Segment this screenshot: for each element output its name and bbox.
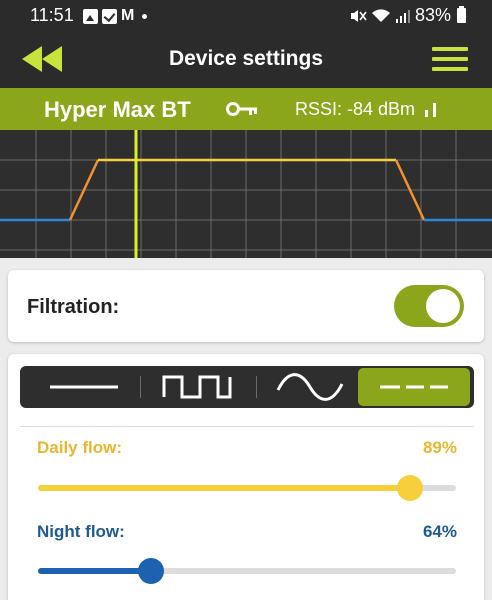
mail-icon: M [121,7,135,24]
night-flow-value: 64% [422,522,457,541]
daily-flow-slider[interactable] [38,475,456,501]
battery-icon [457,6,466,23]
mode-flat-button[interactable] [28,366,140,408]
sine-wave-icon [276,373,344,401]
flat-line-icon [50,385,118,389]
daily-flow-fill [38,485,411,491]
night-flow-slider[interactable] [38,558,456,584]
night-flow-label: Night flow: [37,522,125,541]
notification-icons: M [83,7,148,25]
night-flow-fill [38,568,151,574]
wifi-icon [371,8,390,22]
flow-profile-graph[interactable] [0,130,492,258]
more-notifications-dot [142,13,148,19]
settings-sheet: Filtration: Daily flow: 89% Night flow: … [0,258,492,600]
dashed-line-icon [380,385,448,389]
segment-divider [140,376,141,398]
graph-grid [0,130,492,258]
mode-wave-button[interactable] [256,366,368,408]
daily-flow-label: Daily flow: [37,438,123,457]
image-icon [83,8,98,24]
flow-card: Daily flow: 89% Night flow: 64% [8,354,484,600]
device-name: Hyper Max BT [44,97,191,122]
filtration-toggle[interactable] [394,285,464,327]
toggle-knob [426,289,460,323]
daily-flow-value: 89% [422,438,457,457]
filtration-label: Filtration: [27,296,120,318]
status-time: 11:51 [30,5,74,25]
app-bar: Device settings [0,30,492,88]
filtration-card: Filtration: [8,270,484,342]
night-flow-thumb[interactable] [137,558,164,584]
key-icon[interactable] [225,101,259,117]
check-icon [102,8,117,24]
mode-interval-button[interactable] [358,368,470,406]
signal-bars-icon [425,103,436,117]
mute-icon [350,9,367,22]
mode-selector [20,366,474,408]
square-wave-icon [162,375,232,399]
status-right: 83% [349,5,466,26]
hamburger-menu-icon [432,47,468,51]
rssi-readout: RSSI: -84 dBm [295,99,416,119]
daily-flow-thumb[interactable] [397,475,424,501]
divider [20,426,474,427]
battery-percent: 83% [414,5,451,25]
mode-pulse-button[interactable] [142,366,254,408]
status-bar: 11:51 M 83% [0,0,492,30]
cell-signal-icon [395,9,410,23]
menu-button[interactable] [432,47,468,73]
page-title: Device settings [168,47,324,70]
device-bar: Hyper Max BT RSSI: -84 dBm [0,88,492,130]
